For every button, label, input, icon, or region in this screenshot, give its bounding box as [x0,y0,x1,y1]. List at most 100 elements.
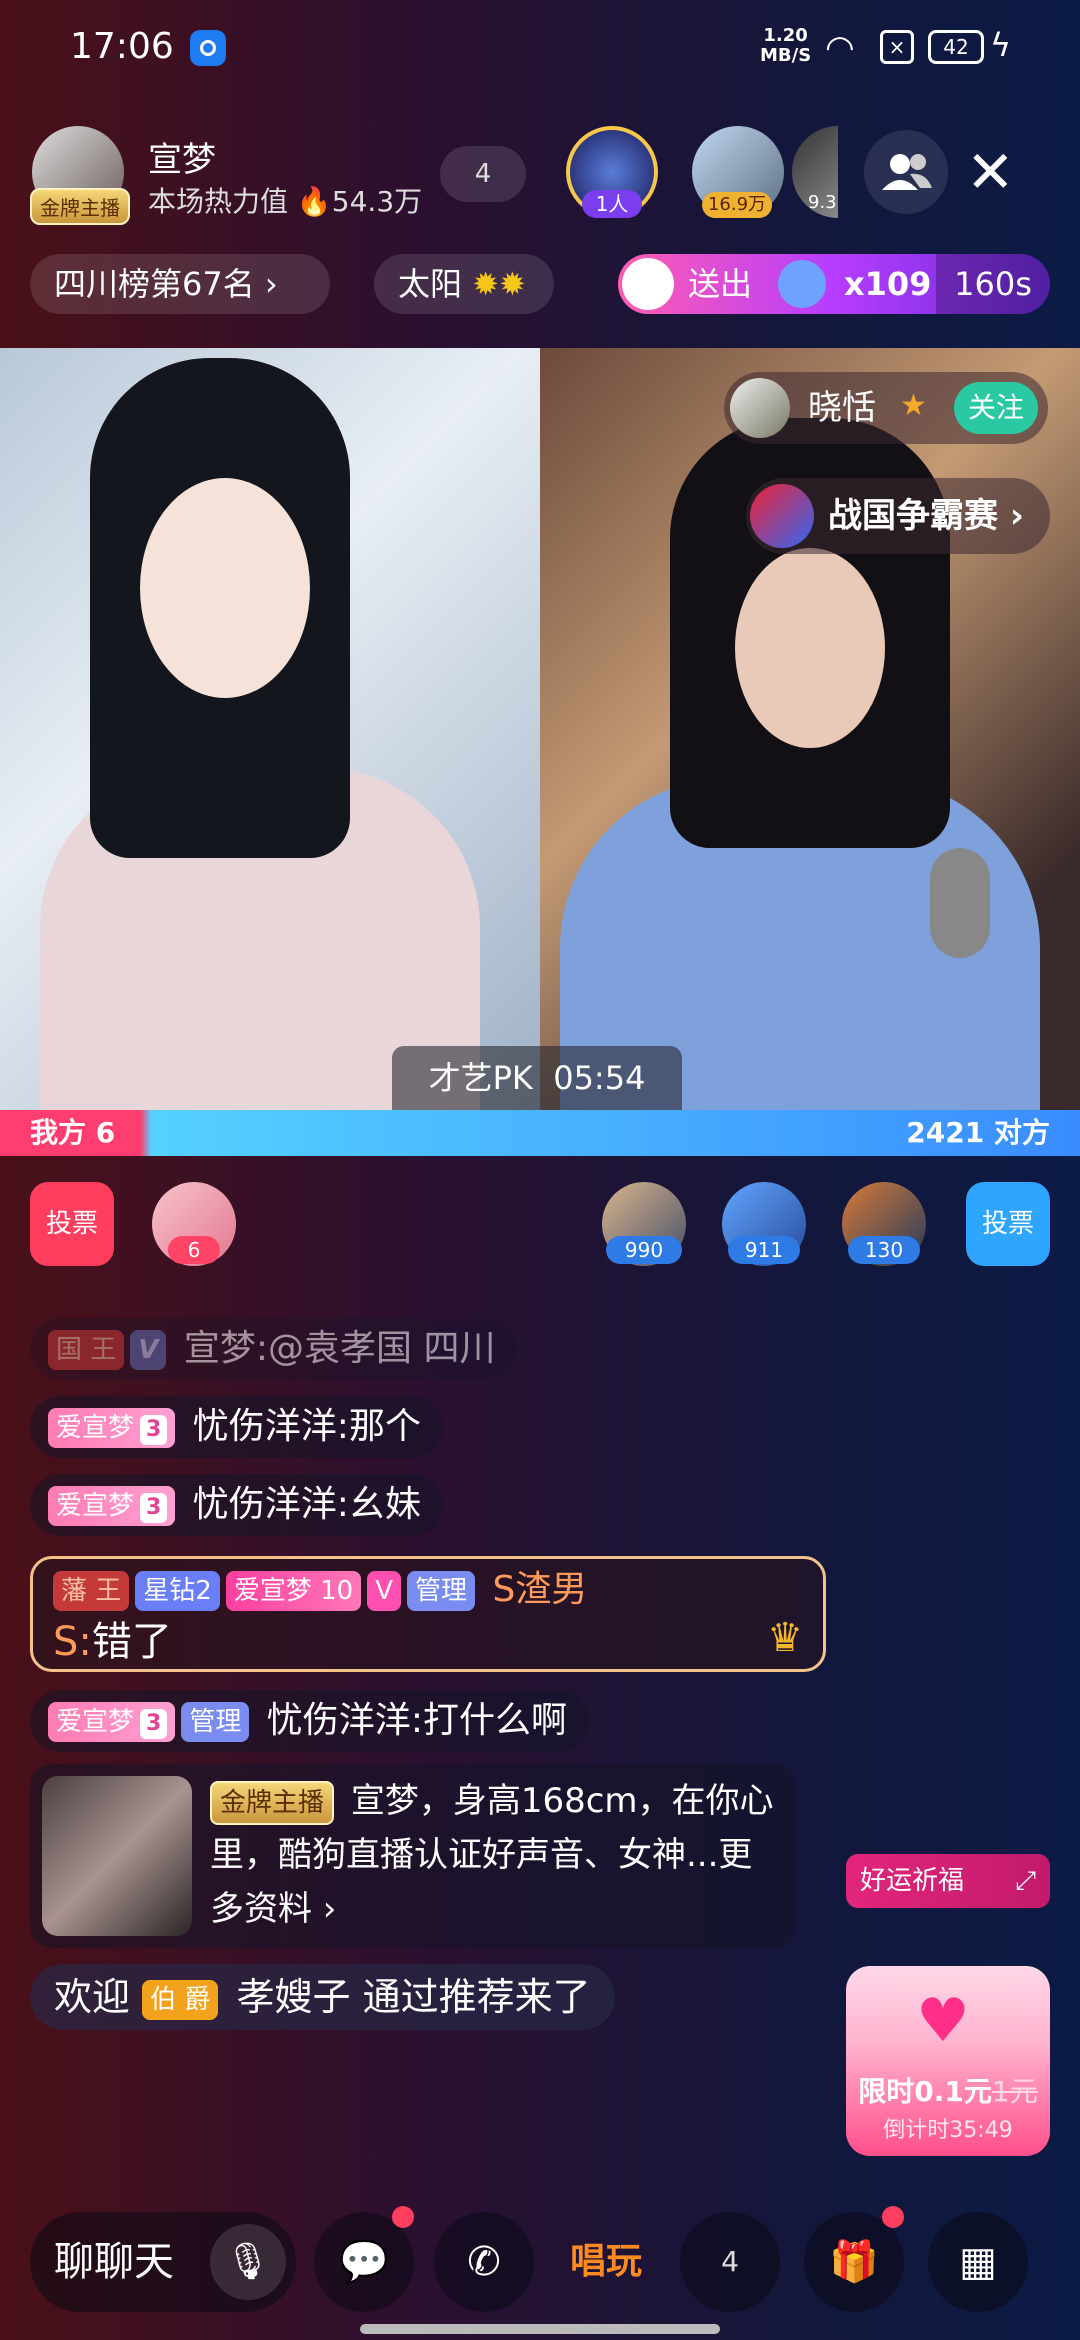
chat-message[interactable]: 爱宣梦 3 忧伤洋洋:那个 [30,1396,443,1458]
message-text: S:错了 [53,1619,172,1665]
offer-price: 限时0.1元1元 [856,2070,1040,2110]
game-icon [750,484,814,548]
highlighted-chat-message[interactable]: 藩 王星钻2 爱宣梦 10 V 管理 S渣男 S:错了 ♛ [30,1556,826,1672]
no-sim-icon: × [880,30,914,64]
opponent-info[interactable]: 晓恬 ★ 关注 [724,372,1048,444]
lucky-blessing-button[interactable]: 好运祈福 ⤢ [846,1854,1050,1908]
host-video[interactable] [0,348,540,1110]
pk-time: 05:54 [553,1059,646,1097]
heat-number: 54.3万 [331,185,423,218]
fan-badge-label: 爱宣梦 [56,1491,135,1521]
heart-wings-button[interactable]: 4 [680,2212,780,2312]
fan-badge: 爱宣梦 3 [48,1408,176,1448]
chat-username[interactable]: S渣男 [492,1569,587,1610]
noble-badge: 藩 王 [53,1571,130,1611]
more-apps-icon[interactable]: ▦ [928,2212,1028,2312]
fan-level: 3 [140,1709,168,1739]
app-notification-icon [190,30,226,66]
fan-badge-label: 爱宣梦 [56,1707,135,1737]
sun-level-icon: ✹✹ [472,265,526,303]
fan-level: 3 [140,1415,168,1445]
heart-wings-button[interactable]: 4 [440,146,526,202]
crown-icon: ♛ [767,1615,803,1661]
follow-button[interactable]: 关注 [954,382,1038,434]
supporter-count: 6 [168,1236,220,1264]
gift-banner[interactable]: 送出 x109 160s [618,254,1050,314]
our-label: 我方 [30,1116,87,1149]
supporter-count: 130 [848,1236,920,1264]
call-icon[interactable]: ✆ [434,2212,534,2312]
limited-offer-card[interactable]: ♥ 限时0.1元1元 倒计时35:49 [846,1966,1050,2156]
heat-value: 本场热力值 🔥54.3万 [148,180,422,220]
streamer-profile-card[interactable]: 金牌主播 宣梦，身高168cm，在你心里，酷狗直播认证好声音、女神...更多资料… [30,1764,796,1948]
opponent-figure [735,548,885,748]
chevron-right-icon: › [1009,496,1024,536]
gift-timer: 160s [936,254,1050,314]
chat-username[interactable]: 忧伤洋洋 [193,1484,337,1525]
pk-score-bar: 我方 6 2421 对方 [0,1110,1080,1156]
top-viewer-tag: 16.9万 [702,192,772,218]
region-rank-chip[interactable]: 四川榜第67名 › [30,254,330,314]
expand-icon: ⤢ [1015,1866,1036,1896]
close-icon[interactable]: ✕ [966,140,1015,204]
opponent-name: 晓恬 [808,388,876,428]
top-viewer-tag: 1人 [582,190,642,218]
their-score: 2421 对方 [906,1110,1050,1156]
sing-play-button[interactable]: 唱玩 [556,2212,656,2312]
streamer-name[interactable]: 宣梦 [148,132,216,181]
their-label: 对方 [993,1116,1050,1149]
vote-our-button[interactable]: 投票 [30,1182,114,1266]
diamond-badge: 星钻2 [135,1571,220,1611]
chat-text: 那个 [348,1406,421,1447]
heart-gift-icon: ♥ [916,1986,970,2056]
welcome-prefix: 欢迎 [54,1975,131,2019]
opponent-video[interactable] [540,348,1080,1110]
vip-badge: V [130,1330,167,1370]
pk-mode-label: 才艺PK [428,1059,533,1097]
offer-price-value: 限时0.1元 [858,2075,992,2108]
gold-anchor-badge: 金牌主播 [30,188,130,225]
star-badge-icon: ★ [900,388,927,423]
chat-text: 幺妹 [348,1484,421,1525]
noble-badge: 国 王 [48,1330,125,1370]
chevron-right-icon: › [264,265,278,303]
chat-username[interactable]: 宣梦 [184,1328,256,1369]
fan-badge-label: 爱宣梦 [233,1576,312,1606]
microphone [930,848,990,958]
chat-placeholder: 聊聊天 [54,2239,174,2285]
viewers-list-button[interactable] [864,130,948,214]
chat-input[interactable]: 聊聊天 🎙 [30,2212,296,2312]
people-icon [882,154,932,190]
game-event-button[interactable]: 战国争霸赛 › [746,478,1050,554]
level-label: 太阳 [398,265,463,303]
vote-their-button[interactable]: 投票 [966,1182,1050,1266]
chat-message[interactable]: 爱宣梦 3 忧伤洋洋:幺妹 [30,1474,443,1536]
chat-username[interactable]: 忧伤洋洋 [267,1700,411,1741]
network-speed: 1.20 MB/S [760,26,811,66]
welcome-suffix: 通过推荐来了 [362,1975,591,2019]
their-score-value: 2421 [906,1116,985,1149]
level-chip[interactable]: 太阳 ✹✹ [374,254,554,314]
admin-badge: 管理 [406,1571,475,1611]
pk-timer: 才艺PK 05:54 [392,1046,682,1110]
chat-text: 打什么啊 [422,1700,567,1741]
chat-message[interactable]: 国 王V 宣梦:@袁孝国 四川 [30,1318,518,1380]
fan-badge: 爱宣梦 3 [48,1486,176,1526]
supporter-count: 990 [606,1236,682,1264]
notification-dot [882,2206,904,2228]
gold-anchor-badge: 金牌主播 [210,1780,335,1825]
vip-badge: V [367,1571,401,1611]
chat-message[interactable]: 爱宣梦 3 管理 忧伤洋洋:打什么啊 [30,1690,589,1752]
battery-icon: 42 [928,30,984,64]
profile-photo [42,1776,192,1936]
message-badges: 藩 王星钻2 爱宣梦 10 V 管理 S渣男 [53,1565,587,1615]
welcome-username[interactable]: 孝嫂子 [236,1975,350,2019]
home-indicator[interactable] [360,2324,720,2334]
wifi-icon: ◠ [825,28,855,68]
microphone-icon[interactable]: 🎙 [210,2224,286,2300]
chat-username[interactable]: 忧伤洋洋 [193,1406,337,1447]
flame-icon: 🔥 [296,185,332,218]
status-bar: 17:06 1.20 MB/S ◠ × 42 ϟ [0,0,1080,100]
fan-level: 3 [140,1493,168,1523]
rank-label: 四川榜第67名 [54,265,255,303]
